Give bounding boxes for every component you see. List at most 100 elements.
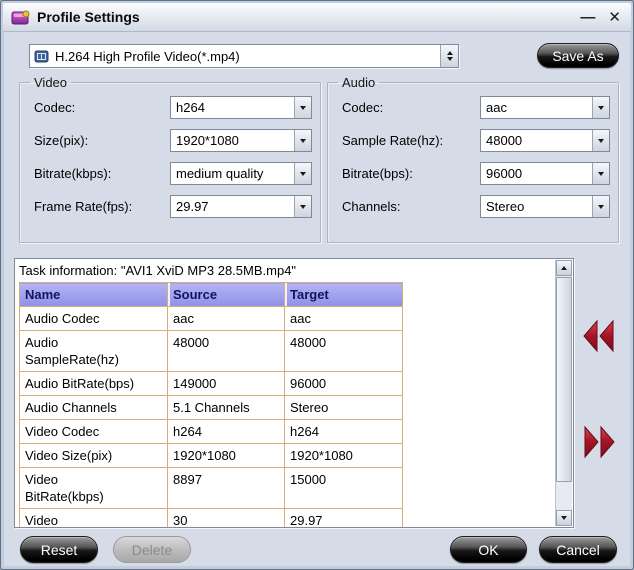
audio-bitrate-combo[interactable]: 96000 [480,162,610,185]
reset-button[interactable]: Reset [20,536,98,563]
video-bitrate-label: Bitrate(kbps): [34,166,112,181]
cell-target: 48000 [284,330,403,372]
scroll-down-icon [561,516,567,520]
video-size-row: Size(pix): 1920*1080 [30,129,312,152]
profile-select[interactable]: H.264 High Profile Video(*.mp4) [29,44,459,68]
cell-target: aac [284,306,403,331]
cell-source: 8897 [167,467,285,509]
audio-channels-label: Channels: [342,199,401,214]
table-row: Audio Channels 5.1 Channels Stereo [19,395,403,420]
double-left-arrow-icon [583,319,614,353]
audio-bitrate-value: 96000 [486,166,523,181]
cell-target: 29.97 [284,508,403,527]
cell-name: Video Size(pix) [19,443,168,468]
scroll-down-button[interactable] [556,510,572,526]
save-as-button[interactable]: Save As [537,43,619,68]
cell-name: Video BitRate(kbps) [19,467,168,509]
audio-codec-label: Codec: [342,100,384,115]
double-right-arrow-button[interactable] [583,425,615,459]
cancel-button[interactable]: Cancel [539,536,617,563]
vertical-scrollbar[interactable] [555,260,572,526]
profile-settings-window: Profile Settings — ✕ H.264 High Profile … [0,0,634,570]
chevron-down-icon[interactable] [592,130,609,151]
cell-target: h264 [284,419,403,444]
scrollbar-thumb[interactable] [556,277,572,482]
cell-name: Audio BitRate(bps) [19,371,168,396]
table-header-row: Name Source Target [19,282,403,307]
table-row: Video FrameRate(fps) 30 29.97 [19,508,403,527]
table-row: Audio SampleRate(hz) 48000 48000 [19,330,403,372]
video-bitrate-combo[interactable]: medium quality [170,162,312,185]
video-codec-label: Codec: [34,100,76,115]
audio-group: Audio Codec: aac Sample Rate(hz): 48000 … [327,75,619,243]
video-framerate-value: 29.97 [176,199,209,214]
column-header-name: Name [19,282,168,307]
table-row: Video Size(pix) 1920*1080 1920*1080 [19,443,403,468]
cell-source: 149000 [167,371,285,396]
double-left-arrow-button[interactable] [583,319,615,353]
video-framerate-row: Frame Rate(fps): 29.97 [30,195,312,218]
cell-source: 30 [167,508,285,527]
task-information-title: Task information: "AVI1 XviD MP3 28.5MB.… [19,263,297,278]
scroll-up-icon [561,266,567,270]
cell-source: 1920*1080 [167,443,285,468]
cell-target: Stereo [284,395,403,420]
audio-samplerate-value: 48000 [486,133,523,148]
close-button[interactable]: ✕ [608,10,621,25]
video-size-value: 1920*1080 [176,133,239,148]
audio-channels-value: Stereo [486,199,525,214]
chevron-down-icon[interactable] [294,196,311,217]
double-right-arrow-icon [584,425,615,459]
video-codec-row: Codec: h264 [30,96,312,119]
table-row: Audio Codec aac aac [19,306,403,331]
audio-codec-row: Codec: aac [338,96,610,119]
task-table: Name Source Target Audio Codec aac aac A… [19,282,403,527]
video-size-combo[interactable]: 1920*1080 [170,129,312,152]
audio-codec-value: aac [486,100,507,115]
cell-name: Video Codec [19,419,168,444]
video-group-label: Video [34,75,68,90]
cell-name: Audio SampleRate(hz) [19,330,168,372]
video-bitrate-value: medium quality [176,166,264,181]
window-title: Profile Settings [37,9,140,25]
titlebar: Profile Settings — ✕ [3,3,631,32]
audio-bitrate-label: Bitrate(bps): [342,166,413,181]
video-framerate-combo[interactable]: 29.97 [170,195,312,218]
app-icon [11,9,31,26]
cell-name: Audio Codec [19,306,168,331]
cell-source: h264 [167,419,285,444]
video-framerate-label: Frame Rate(fps): [34,199,133,214]
window-controls: — ✕ [580,10,621,25]
chevron-down-icon[interactable] [592,196,609,217]
video-codec-combo[interactable]: h264 [170,96,312,119]
spinner-down-icon [446,57,453,61]
chevron-down-icon[interactable] [294,97,311,118]
chevron-down-icon[interactable] [592,97,609,118]
chevron-down-icon[interactable] [294,163,311,184]
video-codec-value: h264 [176,100,205,115]
chevron-down-icon[interactable] [592,163,609,184]
audio-group-label: Audio [342,75,376,90]
video-bitrate-row: Bitrate(kbps): medium quality [30,162,312,185]
scroll-up-button[interactable] [556,260,572,276]
column-header-target: Target [284,282,403,307]
task-information-panel: Task information: "AVI1 XviD MP3 28.5MB.… [14,258,574,528]
audio-bitrate-row: Bitrate(bps): 96000 [338,162,610,185]
audio-channels-combo[interactable]: Stereo [480,195,610,218]
spinner-up-icon [446,51,453,55]
cell-source: 48000 [167,330,285,372]
chevron-down-icon[interactable] [294,130,311,151]
format-icon [34,49,49,64]
audio-codec-combo[interactable]: aac [480,96,610,119]
audio-channels-row: Channels: Stereo [338,195,610,218]
ok-button[interactable]: OK [450,536,527,563]
cell-source: aac [167,306,285,331]
video-size-label: Size(pix): [34,133,89,148]
profile-spinner[interactable] [440,45,458,67]
cell-target: 96000 [284,371,403,396]
audio-samplerate-combo[interactable]: 48000 [480,129,610,152]
cell-target: 15000 [284,467,403,509]
minimize-button[interactable]: — [580,10,595,25]
table-row: Audio BitRate(bps) 149000 96000 [19,371,403,396]
cell-name: Audio Channels [19,395,168,420]
